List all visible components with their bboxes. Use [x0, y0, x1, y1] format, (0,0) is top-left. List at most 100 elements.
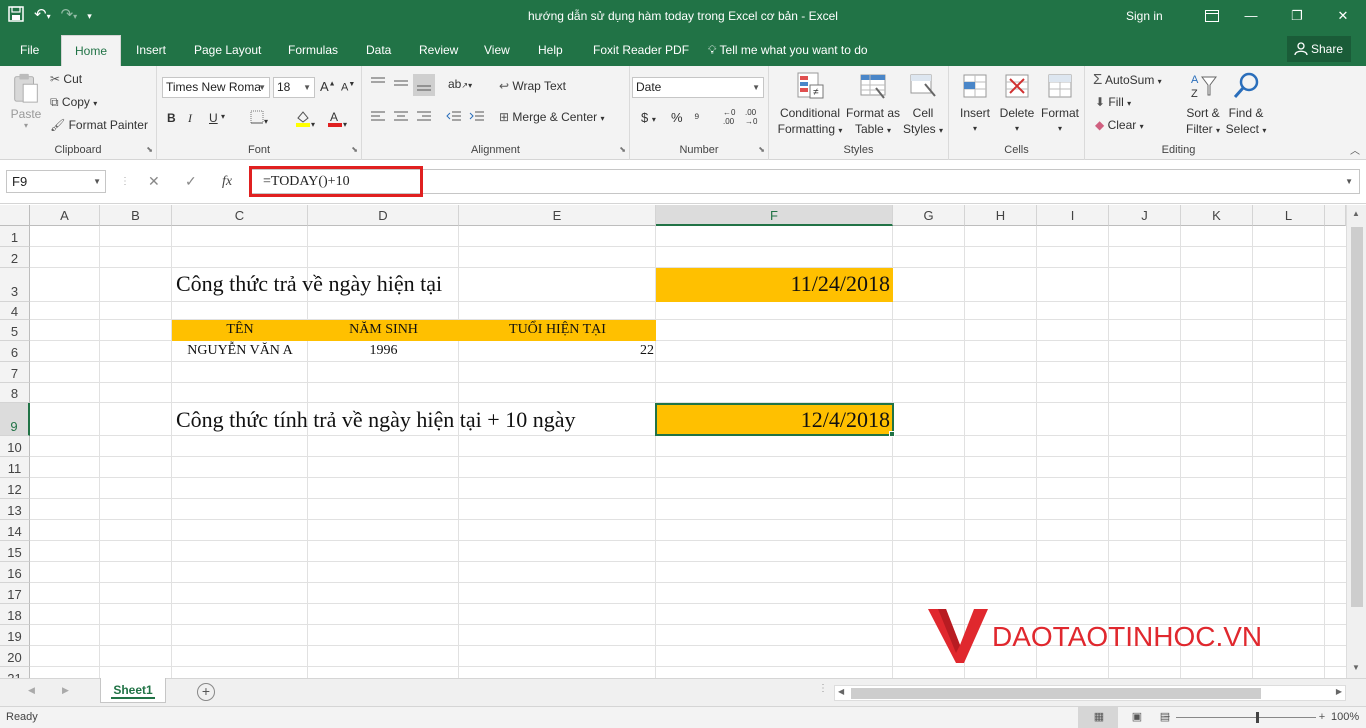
delete-cells-button[interactable]: Delete ▾ — [997, 71, 1037, 137]
row-header-19[interactable]: 19 — [0, 625, 30, 646]
tab-home[interactable]: Home — [61, 35, 121, 66]
align-left-icon[interactable] — [370, 110, 386, 127]
row-header-12[interactable]: 12 — [0, 478, 30, 499]
merge-center-button[interactable]: ⊞ Merge & Center ▾ — [499, 110, 604, 124]
increase-decimal-icon[interactable]: ←0.00 — [723, 108, 735, 126]
column-header-i[interactable]: I — [1037, 205, 1109, 226]
row-header-11[interactable]: 11 — [0, 457, 30, 478]
align-center-icon[interactable] — [393, 110, 409, 127]
tab-foxit-reader-pdf[interactable]: Foxit Reader PDF — [585, 35, 697, 66]
tab-review[interactable]: Review — [411, 35, 466, 66]
page-layout-view-icon[interactable]: ▣ — [1128, 709, 1146, 725]
find-select-button[interactable]: Find & Select ▾ — [1225, 71, 1267, 139]
cell-e6[interactable]: 22 — [459, 343, 654, 359]
bold-button[interactable]: B — [167, 111, 176, 125]
column-header-h[interactable]: H — [965, 205, 1037, 226]
zoom-slider-track[interactable] — [1176, 717, 1316, 718]
row-header-10[interactable]: 10 — [0, 436, 30, 457]
paste-button[interactable]: Paste ▾ — [8, 72, 44, 130]
autosum-button[interactable]: Σ AutoSum ▾ — [1093, 71, 1162, 88]
tab-help[interactable]: Help — [530, 35, 571, 66]
row-header-3[interactable]: 3 — [0, 268, 30, 302]
prev-sheet-icon[interactable]: ◀ — [28, 685, 35, 696]
horizontal-scrollbar[interactable]: ◀ ▶ — [834, 685, 1346, 701]
cell-c3[interactable]: Công thức trả về ngày hiện tại — [176, 271, 442, 297]
next-sheet-icon[interactable]: ▶ — [62, 685, 69, 696]
column-header-f[interactable]: F — [656, 205, 893, 226]
font-size-select[interactable]: 18 ▼ — [273, 77, 315, 98]
number-format-select[interactable]: Date ▼ — [632, 77, 764, 98]
row-header-13[interactable]: 13 — [0, 499, 30, 520]
fill-handle[interactable] — [889, 431, 895, 437]
tab-page-layout[interactable]: Page Layout — [186, 35, 269, 66]
column-header-c[interactable]: C — [172, 205, 308, 226]
increase-indent-icon[interactable] — [469, 110, 485, 127]
increase-font-icon[interactable]: A▲ — [320, 79, 336, 94]
format-painter-button[interactable]: 🖌︎ Format Painter — [50, 118, 148, 132]
add-sheet-icon[interactable]: + — [197, 683, 215, 701]
zoom-out-icon[interactable]: − — [1162, 709, 1172, 725]
column-header-b[interactable]: B — [100, 205, 172, 226]
column-header-g[interactable]: G — [893, 205, 965, 226]
scroll-down-icon[interactable]: ▼ — [1352, 663, 1360, 672]
wrap-text-button[interactable]: ↩ Wrap Text — [499, 79, 566, 93]
decrease-indent-icon[interactable] — [446, 110, 462, 127]
row-header-8[interactable]: 8 — [0, 383, 30, 403]
expand-formula-bar-icon[interactable]: ▼ — [1345, 170, 1353, 193]
row-header-20[interactable]: 20 — [0, 646, 30, 667]
font-color-icon[interactable]: A ▾ — [327, 109, 347, 130]
cancel-icon[interactable]: ✕ — [148, 170, 160, 193]
row-header-7[interactable]: 7 — [0, 362, 30, 383]
cell-c5[interactable]: TÊN — [172, 322, 308, 338]
restore-icon[interactable]: ❐ — [1274, 0, 1320, 32]
comma-style-icon[interactable]: ⁹ — [694, 110, 700, 125]
row-header-2[interactable]: 2 — [0, 247, 30, 268]
cell-f3[interactable]: 11/24/2018 — [656, 271, 890, 297]
enter-icon[interactable]: ✓ — [185, 170, 197, 193]
row-header-18[interactable]: 18 — [0, 604, 30, 625]
align-middle-icon[interactable] — [393, 76, 409, 93]
percent-button[interactable]: % — [671, 110, 683, 125]
row-header-4[interactable]: 4 — [0, 302, 30, 320]
normal-view-icon[interactable]: ▦ — [1090, 709, 1108, 725]
column-header-l[interactable]: L — [1253, 205, 1325, 226]
conditional-formatting-button[interactable]: ≠ Conditional Formatting ▾ — [775, 71, 845, 139]
underline-button[interactable]: U — [209, 111, 218, 125]
align-top-icon[interactable] — [370, 76, 386, 93]
sort-filter-button[interactable]: AZ Sort & Filter ▾ — [1183, 71, 1223, 139]
cell-e5[interactable]: TUỔI HIỆN TẠI — [459, 322, 656, 338]
column-header-d[interactable]: D — [308, 205, 459, 226]
cell-c9[interactable]: Công thức tính trả về ngày hiện tại + 10… — [176, 407, 575, 433]
dialog-launcher-icon[interactable]: ⬊ — [758, 145, 765, 154]
scroll-up-icon[interactable]: ▲ — [1352, 209, 1360, 218]
dialog-launcher-icon[interactable]: ⬊ — [619, 145, 626, 154]
orientation-icon[interactable]: ab↗▾ — [448, 77, 472, 91]
decrease-font-icon[interactable]: A▼ — [341, 81, 355, 94]
decrease-decimal-icon[interactable]: .00 →0 — [745, 108, 757, 126]
column-header-e[interactable]: E — [459, 205, 656, 226]
cell-styles-button[interactable]: Cell Styles ▾ — [903, 71, 943, 139]
tab-insert[interactable]: Insert — [128, 35, 174, 66]
column-header-a[interactable]: A — [30, 205, 100, 226]
cell-c6[interactable]: NGUYỄN VĂN A — [172, 343, 308, 359]
copy-button[interactable]: ⧉ Copy ▾ — [50, 95, 97, 110]
scroll-left-icon[interactable]: ◀ — [838, 687, 844, 696]
row-header-6[interactable]: 6 — [0, 341, 30, 362]
tab-formulas[interactable]: Formulas — [280, 35, 346, 66]
sheet-tab-sheet1[interactable]: Sheet1 — [100, 678, 166, 703]
italic-button[interactable]: I — [188, 111, 192, 126]
share-button[interactable]: Share — [1287, 36, 1351, 62]
tab-view[interactable]: View — [476, 35, 518, 66]
collapse-ribbon-icon[interactable]: ︿ — [1350, 142, 1360, 157]
font-name-select[interactable]: Times New Roma ▼ — [162, 77, 270, 98]
cell-d6[interactable]: 1996 — [308, 343, 459, 359]
tab-data[interactable]: Data — [358, 35, 399, 66]
underline-dropdown-icon[interactable]: ▾ — [221, 112, 225, 121]
row-header-16[interactable]: 16 — [0, 562, 30, 583]
sign-in-link[interactable]: Sign in — [1126, 0, 1163, 32]
row-header-9[interactable]: 9 — [0, 403, 30, 436]
insert-cells-button[interactable]: Insert ▾ — [955, 71, 995, 137]
zoom-level[interactable]: 100% — [1331, 707, 1359, 728]
format-as-table-button[interactable]: Format as Table ▾ — [845, 71, 901, 139]
horizontal-scroll-thumb[interactable] — [851, 688, 1261, 699]
